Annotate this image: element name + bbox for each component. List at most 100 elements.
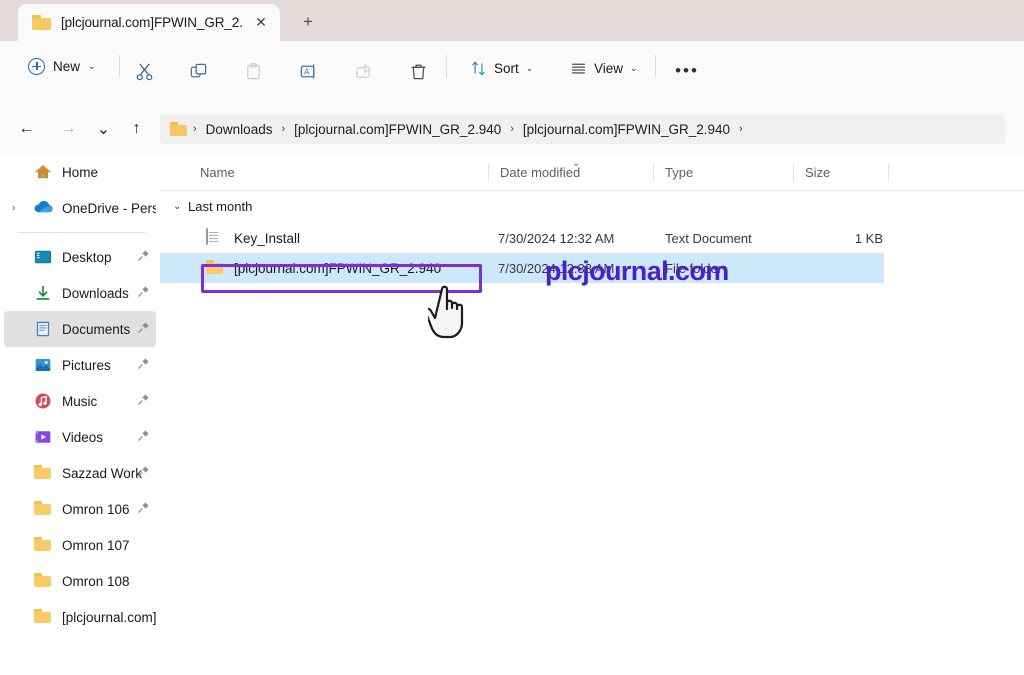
copy-button[interactable] [182, 56, 214, 86]
title-bar: [plcjournal.com]FPWIN_GR_2. ✕ + [0, 0, 1024, 41]
sidebar-item-downloads[interactable]: Downloads [4, 275, 156, 311]
trash-icon [409, 62, 428, 81]
breadcrumb-item-parent[interactable]: [plcjournal.com]FPWIN_GR_2.940 [291, 120, 504, 139]
sidebar-item-omron-108[interactable]: Omron 108 [4, 563, 156, 599]
sidebar-item-onedrive-perso[interactable]: › OneDrive - Perso [4, 190, 156, 226]
sidebar-item-documents[interactable]: Documents [4, 311, 156, 347]
paste-icon [244, 62, 263, 81]
recent-locations-button[interactable]: ⌄ [89, 114, 118, 143]
chevron-down-icon: ⌄ [173, 201, 181, 212]
music-icon [34, 392, 52, 410]
pin-icon[interactable] [137, 285, 150, 301]
pin-icon[interactable] [137, 501, 150, 517]
folder-icon [34, 500, 52, 518]
breadcrumb[interactable]: › Downloads › [plcjournal.com]FPWIN_GR_2… [160, 114, 1005, 144]
sort-button[interactable]: Sort ⌄ [462, 53, 541, 83]
view-label: View [594, 61, 623, 76]
sidebar-item-pictures[interactable]: Pictures [4, 347, 156, 383]
sidebar-item-sazzad-work[interactable]: Sazzad Work [4, 455, 156, 491]
sidebar-item-plcjournal-com[interactable]: [plcjournal.com] [4, 599, 156, 635]
sidebar-item-desktop[interactable]: Desktop [4, 239, 156, 275]
share-button [347, 56, 379, 86]
column-header-date[interactable]: Date modified [488, 154, 653, 191]
paste-button [237, 56, 269, 86]
close-icon[interactable]: ✕ [250, 12, 272, 34]
column-header-size[interactable]: Size [793, 154, 888, 191]
pin-icon[interactable] [137, 465, 150, 481]
plus-icon [28, 58, 45, 75]
sidebar-item-label: Music [62, 394, 97, 409]
pin-icon[interactable] [137, 429, 150, 445]
file-type: File folder [665, 261, 722, 276]
cut-button[interactable] [128, 56, 160, 86]
folder-icon [170, 122, 187, 136]
pin-icon[interactable] [137, 357, 150, 373]
breadcrumb-item-downloads[interactable]: Downloads [203, 120, 276, 139]
sidebar-item-label: Pictures [62, 358, 111, 373]
view-icon [570, 60, 587, 77]
rename-icon: A [299, 62, 318, 81]
folder-icon [206, 259, 224, 277]
folder-icon [34, 608, 52, 626]
breadcrumb-item-current[interactable]: [plcjournal.com]FPWIN_GR_2.940 [520, 120, 733, 139]
more-options-button[interactable]: ••• [672, 56, 702, 86]
forward-button: → [54, 114, 83, 143]
chevron-down-icon: ⌄ [630, 64, 638, 73]
breadcrumb-separator: › [504, 123, 520, 135]
svg-text:A: A [304, 67, 310, 76]
sidebar-item-omron-107[interactable]: Omron 107 [4, 527, 156, 563]
chevron-down-icon: ⌄ [88, 62, 96, 71]
text-document-icon [206, 229, 224, 247]
back-button[interactable]: ← [12, 114, 41, 143]
sidebar-item-home[interactable]: Home [4, 154, 156, 190]
sidebar-item-label: Home [62, 165, 98, 180]
file-name: Key_Install [234, 231, 300, 246]
sidebar-item-music[interactable]: Music [4, 383, 156, 419]
breadcrumb-separator: › [275, 123, 291, 135]
pin-icon[interactable] [137, 249, 150, 265]
breadcrumb-separator: › [733, 123, 749, 135]
scissors-icon [135, 62, 154, 81]
pin-icon[interactable] [137, 321, 150, 337]
table-row[interactable]: Key_Install7/30/2024 12:32 AMText Docume… [160, 223, 884, 253]
sort-icon [470, 60, 487, 77]
sort-indicator-icon: ⌄ [572, 158, 580, 169]
sidebar-item-label: Omron 107 [62, 538, 130, 553]
new-button[interactable]: New ⌄ [19, 51, 105, 81]
delete-button[interactable] [402, 56, 434, 86]
new-button-label: New [53, 59, 80, 74]
breadcrumb-separator: › [187, 123, 203, 135]
rename-button[interactable]: A [292, 56, 324, 86]
sidebar-item-omron-106[interactable]: Omron 106 [4, 491, 156, 527]
up-button[interactable]: ↑ [122, 114, 151, 143]
toolbar-divider [446, 55, 447, 78]
file-list-pane: Name Date modified ⌄ Type Size ⌄ Last mo… [160, 154, 1024, 675]
column-header-name[interactable]: Name [188, 154, 488, 191]
desktop-icon [34, 248, 52, 266]
chevron-right-icon[interactable]: › [12, 203, 15, 214]
sidebar-item-label: Sazzad Work [62, 466, 142, 481]
documents-icon [34, 320, 52, 338]
videos-icon [34, 428, 52, 446]
sidebar-item-label: Desktop [62, 250, 112, 265]
sidebar-item-label: OneDrive - Perso [62, 201, 156, 216]
browser-tab[interactable]: [plcjournal.com]FPWIN_GR_2. ✕ [18, 4, 280, 41]
group-header-last-month[interactable]: ⌄ Last month [160, 191, 1024, 221]
column-header-row: Name Date modified ⌄ Type Size [160, 154, 1024, 191]
sidebar-item-videos[interactable]: Videos [4, 419, 156, 455]
column-divider[interactable] [888, 163, 889, 182]
folder-icon [34, 572, 52, 590]
file-explorer-window: [plcjournal.com]FPWIN_GR_2. ✕ + New ⌄ [0, 0, 1024, 675]
sidebar-item-label: Documents [62, 322, 130, 337]
new-tab-button[interactable]: + [295, 10, 321, 34]
column-header-type[interactable]: Type [653, 154, 793, 191]
folder-icon [34, 536, 52, 554]
sidebar-item-label: [plcjournal.com] [62, 610, 156, 625]
file-date-modified: 7/30/2024 12:32 AM [498, 231, 614, 246]
folder-icon [34, 464, 52, 482]
view-button[interactable]: View ⌄ [562, 53, 646, 83]
file-name: [plcjournal.com]FPWIN_GR_2.940 [234, 261, 441, 276]
table-row[interactable]: [plcjournal.com]FPWIN_GR_2.9407/30/2024 … [160, 253, 884, 283]
pin-icon[interactable] [137, 393, 150, 409]
folder-icon [32, 15, 51, 30]
